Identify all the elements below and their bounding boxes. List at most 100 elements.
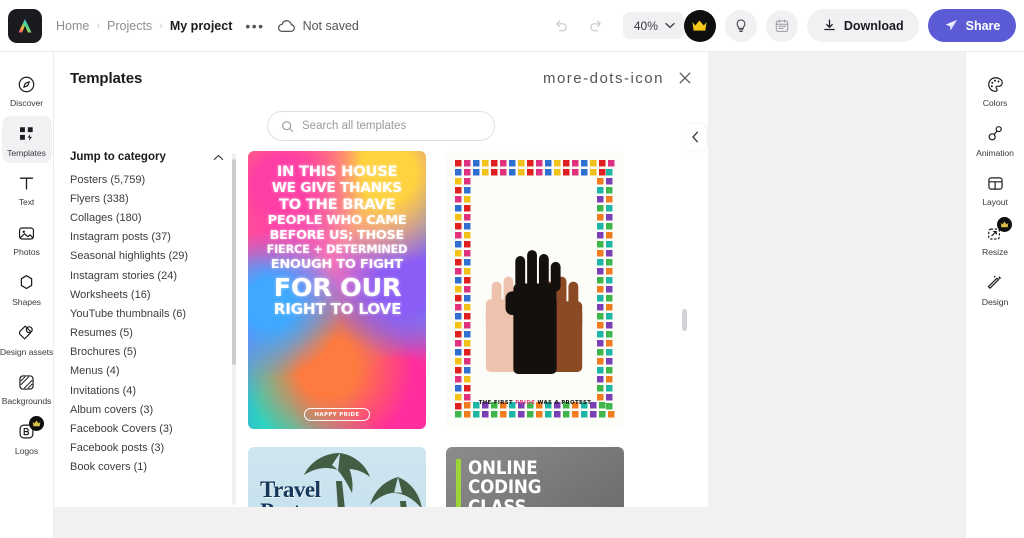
undo-button[interactable] <box>549 13 575 39</box>
app-logo-rainbow-a-icon[interactable] <box>8 8 42 43</box>
shapes-icon <box>16 272 38 294</box>
category-item-facebook-posts[interactable]: Facebook posts (3) <box>70 439 244 458</box>
sidebar-label: Backgrounds <box>1 396 52 407</box>
sidebar-label: Design <box>981 296 1009 307</box>
sidebar-label: Templates <box>7 147 46 158</box>
redo-button[interactable] <box>583 13 609 39</box>
category-item-flyers[interactable]: Flyers (338) <box>70 189 244 208</box>
panel-title: Templates <box>70 69 143 87</box>
category-item-worksheets[interactable]: Worksheets (16) <box>70 285 244 304</box>
share-label: Share <box>965 18 1001 33</box>
sidebar-item-text[interactable]: Text <box>2 165 52 213</box>
premium-badge <box>28 415 44 431</box>
template-text-line: WE GIVE THANKS <box>271 179 403 196</box>
templates-panel-header: Templates more-dots-icon <box>54 52 708 104</box>
template-badge: HAPPY PRIDE <box>304 408 370 421</box>
category-item-facebook-covers[interactable]: Facebook Covers (3) <box>70 419 244 438</box>
sidebar-item-resize[interactable]: Resize <box>967 215 1023 263</box>
zoom-level-selector[interactable]: 40% <box>622 12 684 39</box>
sidebar-item-shapes[interactable]: Shapes <box>2 265 52 313</box>
collapse-panel-button[interactable] <box>684 124 706 150</box>
sidebar-item-design[interactable]: Design <box>967 265 1023 313</box>
magic-wand-icon <box>984 272 1006 294</box>
templates-grid-scrollbar[interactable] <box>682 261 687 507</box>
category-item-album-covers[interactable]: Album covers (3) <box>70 400 244 419</box>
breadcrumb-home[interactable]: Home <box>56 19 89 33</box>
share-button[interactable]: Share <box>927 9 1017 42</box>
template-card-pride-house[interactable]: IN THIS HOUSE WE GIVE THANKS TO THE BRAV… <box>248 151 426 429</box>
templates-grid-section: IN THIS HOUSE WE GIVE THANKS TO THE BRAV… <box>244 151 708 507</box>
calendar-button[interactable] <box>765 9 798 42</box>
template-title: ONLINE CODING CLASS <box>468 458 596 507</box>
sidebar-item-design-assets[interactable]: Design assets <box>0 315 53 363</box>
caption-part-pride: PRIDE <box>515 400 536 406</box>
category-item-book-covers[interactable]: Book covers (1) <box>70 458 244 477</box>
layout-icon <box>984 172 1006 194</box>
panel-more-options-button[interactable]: more-dots-icon <box>543 71 664 86</box>
template-card-first-pride-protest[interactable]: THE FIRST PRIDE WAS A PROTEST <box>446 151 624 429</box>
cloud-icon <box>277 19 295 32</box>
sidebar-label: Photos <box>13 247 40 258</box>
crown-icon <box>32 420 40 427</box>
sidebar-item-discover[interactable]: Discover <box>2 66 52 114</box>
redo-icon <box>590 20 602 32</box>
category-scrollbar[interactable] <box>232 153 236 505</box>
crown-icon <box>1000 221 1009 228</box>
category-item-instagram-stories[interactable]: Instagram stories (24) <box>70 266 244 285</box>
category-item-brochures[interactable]: Brochures (5) <box>70 343 244 362</box>
category-item-menus[interactable]: Menus (4) <box>70 362 244 381</box>
category-item-invitations[interactable]: Invitations (4) <box>70 381 244 400</box>
sidebar-item-backgrounds[interactable]: Backgrounds <box>2 364 52 412</box>
left-tool-rail: Discover Templates Text Photos Shapes De… <box>0 52 54 538</box>
breadcrumb-current-project[interactable]: My project <box>170 19 233 33</box>
crown-icon <box>692 20 707 31</box>
template-title-line-2: Poster <box>260 500 320 507</box>
sidebar-item-logos[interactable]: Logos <box>2 414 52 462</box>
panel-header-actions: more-dots-icon <box>543 71 692 86</box>
premium-badge <box>997 217 1012 233</box>
animation-icon <box>984 123 1006 145</box>
text-icon <box>16 172 38 194</box>
templates-grid: IN THIS HOUSE WE GIVE THANKS TO THE BRAV… <box>248 151 708 507</box>
save-status-label: Not saved <box>302 18 359 33</box>
jump-to-category-header[interactable]: Jump to category <box>70 151 244 163</box>
premium-crown-button[interactable] <box>683 9 716 42</box>
template-title-line-2: CODING <box>468 476 542 499</box>
category-item-posters[interactable]: Posters (5,759) <box>70 170 244 189</box>
sidebar-item-templates[interactable]: Templates <box>1 115 52 164</box>
project-more-options-button[interactable]: ••• <box>245 18 264 34</box>
download-button[interactable]: Download <box>806 9 919 42</box>
resize-icon <box>984 217 1012 244</box>
template-card-online-coding-class[interactable]: ONLINE CODING CLASS <box>446 447 624 507</box>
template-text-line: RIGHT TO LOVE <box>273 300 401 319</box>
category-item-youtube-thumbnails[interactable]: YouTube thumbnails (6) <box>70 304 244 323</box>
sidebar-label: Discover <box>10 98 43 108</box>
sidebar-label: Logos <box>14 445 39 456</box>
breadcrumb-projects[interactable]: Projects <box>107 19 152 33</box>
sidebar-label: Shapes <box>12 296 41 307</box>
category-item-resumes[interactable]: Resumes (5) <box>70 324 244 343</box>
sidebar-item-layout[interactable]: Layout <box>967 165 1023 213</box>
breadcrumb: Home › Projects › My project ••• <box>56 18 265 34</box>
jump-to-category-title: Jump to category <box>70 151 166 163</box>
templates-grid-scrollbar-thumb[interactable] <box>682 309 687 331</box>
template-card-travel-poster[interactable]: Travel Poster <box>248 447 426 507</box>
templates-icon <box>16 123 38 145</box>
category-scrollbar-thumb[interactable] <box>232 159 236 365</box>
save-status: Not saved <box>277 19 359 33</box>
ideas-button[interactable] <box>724 9 757 42</box>
chevron-down-icon <box>665 22 675 29</box>
category-item-collages[interactable]: Collages (180) <box>70 208 244 227</box>
search-box[interactable] <box>267 111 495 141</box>
sidebar-item-colors[interactable]: Colors <box>967 66 1023 114</box>
category-item-instagram-posts[interactable]: Instagram posts (37) <box>70 228 244 247</box>
sidebar-item-animation[interactable]: Animation <box>967 116 1023 164</box>
category-item-seasonal-highlights[interactable]: Seasonal highlights (29) <box>70 247 244 266</box>
paper-plane-icon <box>945 19 957 31</box>
sidebar-label: Colors <box>982 98 1008 108</box>
template-text-line: ENOUGH TO FIGHT <box>271 256 403 272</box>
panel-close-button[interactable] <box>678 71 692 85</box>
sidebar-item-photos[interactable]: Photos <box>2 215 52 263</box>
search-input[interactable] <box>302 120 481 132</box>
raised-fists-icon <box>485 250 583 375</box>
